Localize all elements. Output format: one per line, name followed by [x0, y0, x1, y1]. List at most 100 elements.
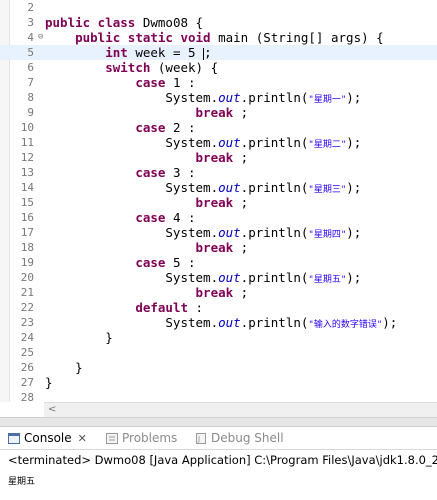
tab-debug-shell-label: Debug Shell — [211, 431, 284, 445]
tab-problems[interactable]: Problems — [106, 427, 177, 449]
string-literal: "星期三" — [308, 185, 347, 195]
line-number: 4 — [27, 31, 34, 44]
code-line[interactable]: 21 break ; — [0, 285, 437, 300]
line-number: 11 — [20, 136, 34, 149]
code-line[interactable]: 6 switch (week) { — [0, 60, 437, 75]
keyword: default — [135, 300, 188, 315]
fold-toggle-icon[interactable]: ⊖ — [38, 30, 43, 45]
keyword: break — [195, 150, 234, 165]
code-line[interactable]: 4 ⊖ public static void main (String[] arg… — [0, 30, 437, 45]
keyword: case — [135, 255, 166, 270]
code-line[interactable]: 19 case 5 : — [0, 255, 437, 270]
code-text: case 2 : — [45, 120, 195, 135]
console-status-line: <terminated> Dwmo08 [Java Application] C… — [8, 453, 437, 467]
code-line[interactable]: 13 case 3 : — [0, 165, 437, 180]
keyword: break — [195, 195, 234, 210]
code-line[interactable]: 26 } — [0, 360, 437, 375]
tab-problems-label: Problems — [122, 431, 178, 445]
keyword: break — [195, 285, 234, 300]
code-token: ); — [382, 315, 398, 330]
line-number: 9 — [27, 106, 34, 119]
code-line[interactable]: 5 int week = 5 ; — [0, 45, 437, 60]
code-token: 3 : — [165, 165, 196, 180]
code-token: ; — [233, 150, 249, 165]
code-token: : — [188, 300, 204, 315]
code-line[interactable]: 2 — [0, 0, 437, 15]
code-line[interactable]: 11 System.out.println("星期二"); — [0, 135, 437, 150]
code-line[interactable]: 8 System.out.println("星期一"); — [0, 90, 437, 105]
code-token: ); — [346, 90, 362, 105]
line-number: 12 — [20, 151, 34, 164]
code-line[interactable]: 22 default : — [0, 300, 437, 315]
line-number: 5 — [27, 46, 34, 59]
code-token: .println( — [240, 315, 309, 330]
code-token: ); — [346, 135, 362, 150]
code-token: System. — [45, 180, 219, 195]
code-line[interactable]: 12 break ; — [0, 150, 437, 165]
line-number: 22 — [20, 301, 34, 314]
code-line[interactable]: 10 case 2 : — [0, 120, 437, 135]
line-number: 25 — [20, 346, 34, 359]
code-text: } — [45, 375, 53, 390]
tab-console[interactable]: Console ✕ — [8, 427, 87, 449]
keyword: int — [105, 45, 128, 60]
code-token: .println( — [240, 135, 309, 150]
field-ref: out — [218, 135, 241, 150]
code-token: } — [45, 360, 83, 375]
code-line[interactable]: 7 case 1 : — [0, 75, 437, 90]
code-token: ; — [233, 285, 249, 300]
string-literal: "输入的数字错误" — [308, 320, 383, 330]
code-line[interactable]: 25 — [0, 345, 437, 360]
line-number: 16 — [20, 211, 34, 224]
keyword: switch — [105, 60, 151, 75]
code-text: default : — [45, 300, 203, 315]
scroll-left-arrow-icon[interactable]: < — [48, 403, 56, 417]
code-line[interactable]: 15 break ; — [0, 195, 437, 210]
code-line[interactable]: 24 } — [0, 330, 437, 345]
code-token: .println( — [240, 90, 309, 105]
code-text: case 1 : — [45, 75, 195, 90]
code-token: System. — [45, 90, 219, 105]
code-text: break ; — [45, 105, 249, 120]
tab-console-label: Console — [24, 431, 72, 445]
line-number: 20 — [20, 271, 34, 284]
field-ref: out — [218, 180, 241, 195]
line-number: 10 — [20, 121, 34, 134]
tab-debug-shell[interactable]: J Debug Shell — [195, 427, 284, 449]
keyword: public static void — [75, 30, 211, 45]
code-line[interactable]: 9 break ; — [0, 105, 437, 120]
horizontal-scrollbar[interactable]: < — [44, 402, 437, 417]
code-text: break ; — [45, 150, 249, 165]
code-line[interactable]: 16 case 4 : — [0, 210, 437, 225]
code-line[interactable]: 27} — [0, 375, 437, 390]
line-number: 13 — [20, 166, 34, 179]
line-number: 23 — [20, 316, 34, 329]
code-line[interactable]: 20 System.out.println("星期五"); — [0, 270, 437, 285]
line-number: 28 — [20, 391, 34, 404]
code-line[interactable]: 3 public class Dwmo08 { — [0, 15, 437, 30]
code-token: ; — [233, 195, 249, 210]
code-line[interactable]: 17 System.out.println("星期四"); — [0, 225, 437, 240]
code-line[interactable]: 14 System.out.println("星期三"); — [0, 180, 437, 195]
field-ref: out — [218, 225, 241, 240]
string-literal: "星期二" — [308, 140, 347, 150]
svg-text:J: J — [197, 435, 200, 443]
code-token: .println( — [240, 180, 309, 195]
code-token: .println( — [240, 225, 309, 240]
string-literal: "星期一" — [308, 95, 347, 105]
code-token: } — [45, 375, 53, 390]
close-icon[interactable]: ✕ — [78, 432, 87, 445]
line-number: 21 — [20, 286, 34, 299]
code-token: 5 : — [165, 255, 196, 270]
code-line[interactable]: 18 break ; — [0, 240, 437, 255]
code-editor[interactable]: 2 3 public class Dwmo08 {4 ⊖ public static … — [0, 0, 437, 404]
code-line[interactable]: 23 System.out.println("输入的数字错误"); — [0, 315, 437, 330]
code-text: } — [45, 360, 83, 375]
